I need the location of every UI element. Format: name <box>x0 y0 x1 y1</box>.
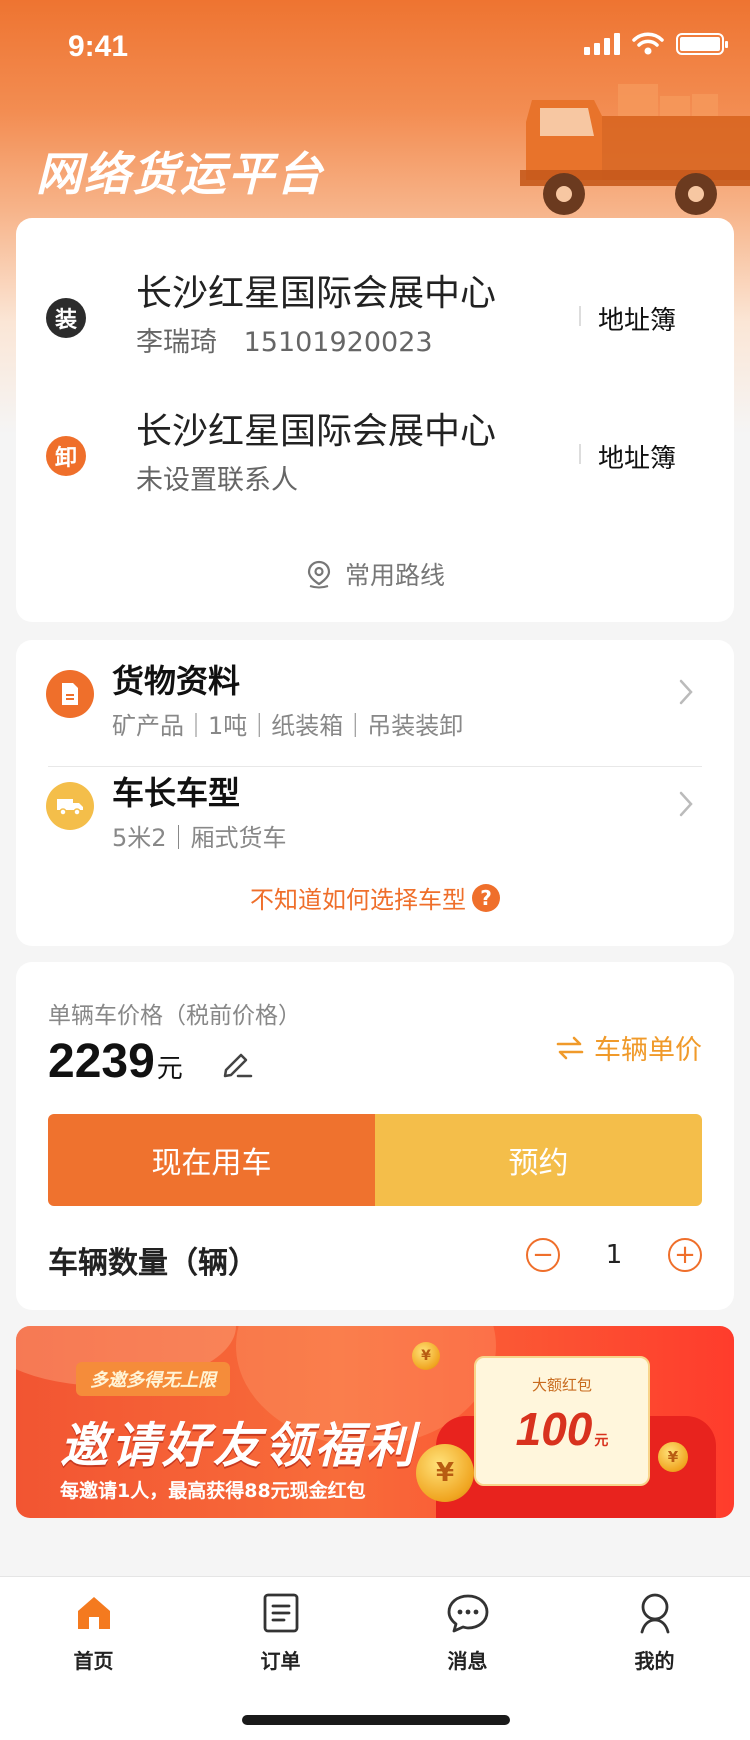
banner-subtitle: 每邀请1人，最高获得88元现金红包 <box>60 1480 366 1502</box>
unload-contact: 未设置联系人 <box>136 465 298 496</box>
tab-home[interactable]: 首页 <box>0 1577 187 1687</box>
coin-icon: ¥ <box>416 1444 474 1502</box>
tab-profile[interactable]: 我的 <box>561 1577 748 1687</box>
red-packet-label: 大额红包 <box>531 1376 592 1394</box>
load-contact: 李瑞琦 15101920023 <box>136 320 433 359</box>
unload-address-book-link[interactable]: 地址簿 <box>598 438 676 475</box>
price-unit: 元 <box>156 1054 183 1084</box>
unload-badge: 卸 <box>46 436 86 476</box>
tab-orders[interactable]: 订单 <box>187 1577 374 1687</box>
tab-home-label: 首页 <box>73 1649 114 1673</box>
vehicle-type-details: 5米2｜厢式货车 <box>112 824 287 852</box>
book-button[interactable]: 预约 <box>375 1114 702 1206</box>
question-icon: ? <box>472 883 500 912</box>
unload-address-row[interactable]: 卸 长沙红星国际会展中心 未设置联系人 地址簿 <box>16 402 734 512</box>
decrease-quantity-button[interactable]: − <box>526 1238 560 1272</box>
tab-bar: 首页 订单 消息 我的 <box>0 1576 750 1740</box>
wifi-icon <box>632 32 664 55</box>
unit-price-label: 车辆单价 <box>594 1035 702 1066</box>
cargo-options-card: 货物资料 矿产品｜1吨｜纸装箱｜吊装装卸 车长车型 5米2｜厢式货车 不知道如何… <box>16 640 734 946</box>
edit-icon[interactable] <box>220 1046 254 1080</box>
load-address-row[interactable]: 装 长沙红星国际会展中心 李瑞琦 15101920023 地址簿 <box>16 264 734 374</box>
order-buttons: 现在用车 预约 <box>48 1114 702 1206</box>
price-value: 2239 元 <box>48 1034 183 1089</box>
load-place: 长沙红星国际会展中心 <box>136 273 497 314</box>
signal-icon <box>584 33 620 55</box>
common-routes-link[interactable]: 常用路线 <box>16 556 734 592</box>
invite-banner[interactable]: 多邀多得无上限 邀请好友领福利 每邀请1人，最高获得88元现金红包 大额红包 1… <box>16 1326 734 1518</box>
vehicle-help-label: 不知道如何选择车型 <box>250 886 466 914</box>
vehicle-type-row[interactable]: 车长车型 5米2｜厢式货车 <box>16 752 734 862</box>
divider <box>579 444 581 464</box>
coin-icon: ¥ <box>658 1442 688 1472</box>
coin-icon: ¥ <box>412 1342 440 1370</box>
use-now-button[interactable]: 现在用车 <box>48 1114 375 1206</box>
vehicle-type-help-link[interactable]: 不知道如何选择车型 ? <box>16 880 734 915</box>
red-packet-amount: 100 元 <box>515 1403 609 1455</box>
tab-messages[interactable]: 消息 <box>374 1577 561 1687</box>
unit-price-link[interactable]: 车辆单价 <box>556 1028 702 1067</box>
goods-info-row[interactable]: 货物资料 矿产品｜1吨｜纸装箱｜吊装装卸 <box>16 640 734 750</box>
load-contact-phone: 15101920023 <box>243 327 433 358</box>
goods-info-title: 货物资料 <box>112 662 241 700</box>
load-badge: 装 <box>46 298 86 338</box>
route-card: 装 长沙红星国际会展中心 李瑞琦 15101920023 地址簿 卸 长沙红星国… <box>16 218 734 622</box>
home-indicator <box>242 1715 510 1725</box>
tab-orders-label: 订单 <box>260 1649 301 1673</box>
page-title: 网络货运平台 <box>36 147 324 201</box>
common-routes-label: 常用路线 <box>344 561 445 590</box>
vehicle-type-title: 车长车型 <box>112 774 241 812</box>
price-label: 单辆车价格（税前价格） <box>48 1003 301 1029</box>
unload-place: 长沙红星国际会展中心 <box>136 411 497 452</box>
divider <box>579 306 581 326</box>
truck-icon <box>46 782 94 830</box>
status-icons <box>584 32 728 56</box>
swap-icon <box>556 1036 584 1059</box>
red-packet-card: 大额红包 100 元 <box>474 1356 650 1486</box>
chevron-right-icon <box>679 679 693 705</box>
home-icon <box>74 1591 114 1635</box>
document-icon <box>46 670 94 718</box>
battery-icon <box>676 33 728 55</box>
truck-illustration <box>520 84 750 215</box>
profile-icon <box>636 1591 674 1635</box>
goods-info-details: 矿产品｜1吨｜纸装箱｜吊装装卸 <box>112 712 464 740</box>
quantity-value: 1 <box>605 1240 623 1270</box>
chevron-right-icon <box>679 791 693 817</box>
location-pin-icon <box>307 560 331 589</box>
tab-messages-label: 消息 <box>447 1649 488 1673</box>
increase-quantity-button[interactable]: + <box>668 1238 702 1272</box>
status-time: 9:41 <box>68 30 129 63</box>
load-address-book-link[interactable]: 地址簿 <box>598 300 676 337</box>
price-card: 单辆车价格（税前价格） 2239 元 车辆单价 现在用车 预约 车辆数量（辆） … <box>16 962 734 1310</box>
tab-profile-label: 我的 <box>634 1649 675 1673</box>
quantity-label: 车辆数量（辆） <box>48 1246 258 1281</box>
banner-title: 邀请好友领福利 <box>60 1418 418 1474</box>
orders-icon <box>262 1591 300 1635</box>
banner-tag: 多邀多得无上限 <box>76 1362 230 1396</box>
load-contact-name: 李瑞琦 <box>136 327 217 358</box>
price-amount: 2239 <box>48 1035 155 1088</box>
message-icon <box>446 1591 490 1635</box>
quantity-stepper: − 1 + <box>526 1238 702 1272</box>
